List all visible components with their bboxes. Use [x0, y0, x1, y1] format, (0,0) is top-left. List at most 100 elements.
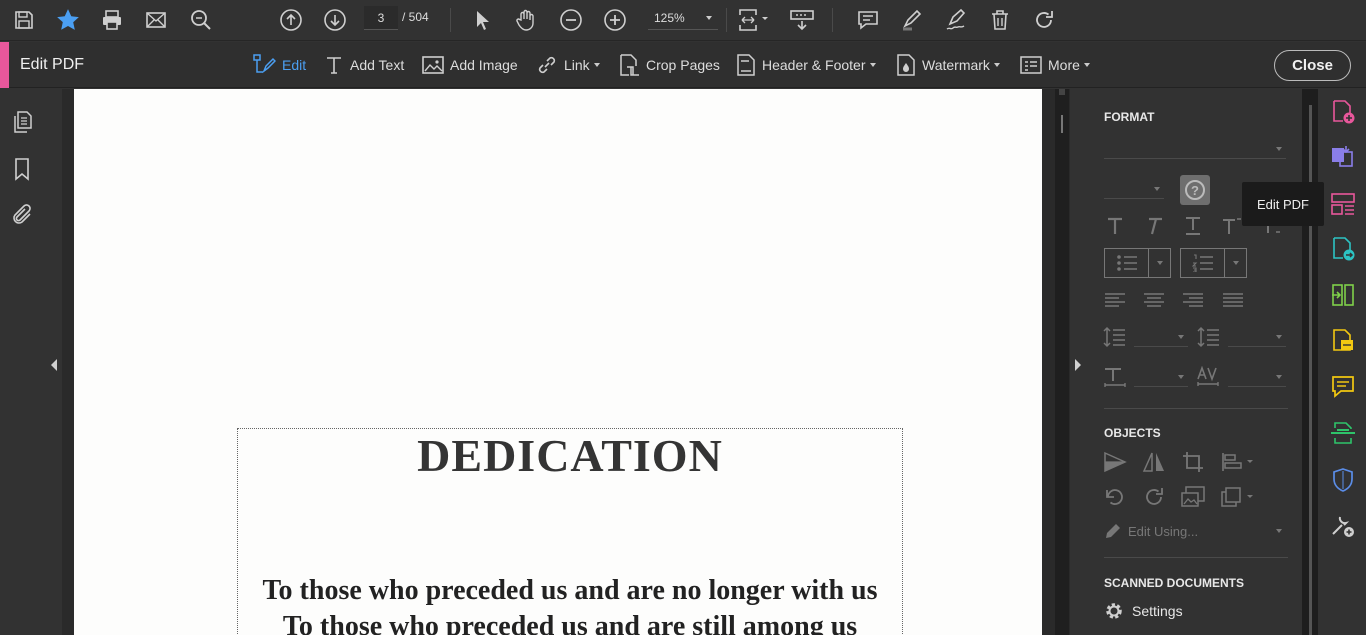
attachment-icon[interactable] [10, 203, 34, 227]
zoom-in-icon[interactable] [599, 4, 631, 36]
paragraph-spacing-icon[interactable] [1196, 324, 1222, 350]
collapse-left-pane-icon[interactable] [50, 358, 58, 372]
italic-icon[interactable] [1141, 213, 1167, 239]
hand-tool-icon[interactable] [510, 4, 542, 36]
line-spacing-icon[interactable] [1102, 324, 1128, 350]
toolbar-divider [726, 8, 727, 32]
redo-icon[interactable] [1028, 4, 1060, 36]
flip-vertical-icon[interactable] [1102, 449, 1128, 475]
page-number-input[interactable] [364, 6, 398, 30]
zoom-out-icon[interactable] [555, 4, 587, 36]
dedication-line[interactable]: To those who preceded us and are no long… [238, 575, 902, 607]
edit-pdf-toolbar: Edit PDF Edit Add Text Add Image Link Cr… [0, 42, 1366, 88]
export-pdf-icon[interactable] [1330, 236, 1356, 262]
settings-button[interactable]: Settings [1104, 601, 1183, 621]
previous-page-icon[interactable] [275, 4, 307, 36]
line-spacing-select[interactable] [1134, 327, 1188, 347]
more-button[interactable]: More [1020, 53, 1090, 77]
crop-pages-icon [618, 53, 640, 77]
arrange-objects-icon[interactable] [1219, 484, 1259, 510]
chevron-down-icon [1276, 375, 1282, 379]
comment-icon[interactable] [852, 4, 884, 36]
zoom-select[interactable]: 125% [648, 6, 718, 30]
paragraph-spacing-select[interactable] [1228, 327, 1286, 347]
chevron-down-icon [1154, 187, 1160, 191]
rotate-clockwise-icon[interactable] [1141, 484, 1167, 510]
zoom-value: 125% [654, 10, 685, 25]
help-icon: ? [1185, 180, 1205, 200]
scrolling-mode-icon[interactable] [786, 4, 818, 36]
dedication-line[interactable]: To those who preceded us and are still a… [238, 611, 902, 635]
request-signatures-icon[interactable] [1330, 328, 1356, 354]
watermark-button[interactable]: Watermark [896, 53, 1000, 77]
replace-image-icon[interactable] [1180, 484, 1206, 510]
crop-icon[interactable] [1180, 449, 1206, 475]
print-icon[interactable] [96, 4, 128, 36]
text-style-plain-icon[interactable] [1102, 213, 1128, 239]
page-thumbnails-icon[interactable] [10, 110, 34, 134]
edit-using-label: Edit Using... [1128, 523, 1199, 539]
crop-pages-button[interactable]: Crop Pages [618, 53, 720, 77]
next-page-icon[interactable] [319, 4, 351, 36]
character-spacing-select[interactable] [1228, 367, 1286, 387]
fit-page-icon[interactable] [734, 4, 772, 36]
pdf-page[interactable]: DEDICATION To those who preceded us and … [74, 89, 1042, 635]
underline-icon[interactable] [1180, 213, 1206, 239]
chevron-down-icon [1178, 335, 1184, 339]
page-heading[interactable]: DEDICATION [238, 429, 902, 482]
justify-icon[interactable] [1220, 287, 1246, 313]
text-icon [324, 55, 344, 75]
save-icon[interactable] [8, 4, 40, 36]
panel-divider [1104, 408, 1288, 409]
add-image-button[interactable]: Add Image [422, 53, 518, 77]
text-scale-select[interactable] [1134, 367, 1188, 387]
close-button[interactable]: Close [1274, 50, 1351, 81]
organize-pages-icon[interactable] [1330, 282, 1356, 308]
protect-shield-icon[interactable] [1330, 467, 1356, 493]
find-icon[interactable] [185, 4, 217, 36]
rotate-counterclockwise-icon[interactable] [1102, 484, 1128, 510]
link-button[interactable]: Link [536, 53, 600, 77]
add-text-label: Add Text [350, 57, 405, 73]
email-icon[interactable] [140, 4, 172, 36]
chevron-down-icon [1149, 249, 1170, 277]
edit-using-select[interactable]: Edit Using... [1104, 521, 1288, 541]
help-button[interactable]: ? [1180, 175, 1210, 205]
select-tool-icon[interactable] [466, 4, 498, 36]
chevron-down-icon [1276, 335, 1282, 339]
editable-text-box[interactable]: DEDICATION To those who preceded us and … [237, 428, 903, 635]
collapse-right-pane-icon[interactable] [1074, 358, 1082, 372]
add-text-button[interactable]: Add Text [324, 53, 404, 77]
star-icon[interactable] [52, 4, 84, 36]
sign-icon[interactable] [940, 4, 972, 36]
panel-scrollbar[interactable] [1302, 89, 1318, 635]
watermark-icon [896, 53, 916, 77]
align-center-icon[interactable] [1141, 287, 1167, 313]
bullet-list-select[interactable] [1104, 248, 1171, 278]
combine-files-icon[interactable] [1330, 144, 1356, 170]
font-size-select[interactable] [1104, 179, 1164, 199]
font-family-select[interactable] [1104, 139, 1286, 159]
document-scrollbar[interactable] [1055, 89, 1069, 635]
scan-ocr-icon[interactable] [1330, 420, 1356, 446]
scrollbar-thumb[interactable] [1059, 89, 1065, 95]
flip-horizontal-icon[interactable] [1141, 449, 1167, 475]
text-scale-icon[interactable] [1102, 364, 1128, 390]
bookmark-icon[interactable] [10, 157, 34, 181]
delete-icon[interactable] [984, 4, 1016, 36]
edit-button[interactable]: Edit [252, 53, 306, 77]
create-pdf-icon[interactable] [1330, 99, 1356, 125]
align-right-icon[interactable] [1180, 287, 1206, 313]
document-view[interactable]: DEDICATION To those who preceded us and … [62, 89, 1070, 635]
numbered-list-select[interactable] [1180, 248, 1247, 278]
page-total: / 504 [402, 10, 429, 24]
comment-tool-icon[interactable] [1330, 374, 1356, 400]
character-spacing-icon[interactable] [1196, 364, 1222, 390]
edit-icon [252, 53, 276, 77]
header-footer-button[interactable]: Header & Footer [736, 53, 876, 77]
highlight-pen-icon[interactable] [896, 4, 928, 36]
more-tools-icon[interactable] [1330, 513, 1356, 539]
align-left-icon[interactable] [1102, 287, 1128, 313]
edit-pdf-icon[interactable] [1330, 191, 1356, 217]
align-objects-icon[interactable] [1219, 449, 1259, 475]
